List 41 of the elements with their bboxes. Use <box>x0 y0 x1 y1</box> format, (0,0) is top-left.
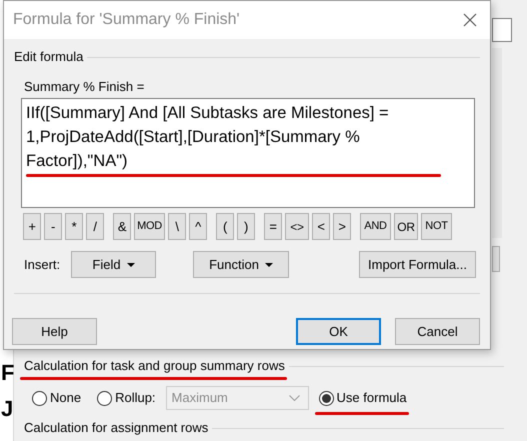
operator-button[interactable]: AND <box>360 213 391 240</box>
insert-label: Insert: <box>24 256 62 274</box>
radio-label[interactable]: Use formula <box>336 390 407 405</box>
dialog-button[interactable]: Help <box>12 318 97 345</box>
operator-button[interactable]: - <box>44 213 62 240</box>
row-letter: J <box>1 398 14 420</box>
operator-button[interactable]: ) <box>237 213 255 240</box>
operator-button[interactable]: \ <box>168 213 186 240</box>
operator-button[interactable]: ^ <box>189 213 207 240</box>
operator-button[interactable]: < <box>312 213 330 240</box>
group-label: Edit formula <box>14 48 84 66</box>
field-label: Summary % Finish = <box>24 78 146 96</box>
operator-button[interactable]: OR <box>394 213 418 240</box>
row-letter: F <box>1 362 14 384</box>
close-icon <box>463 13 477 27</box>
radio-label[interactable]: Rollup: <box>115 390 156 405</box>
operator-button[interactable]: * <box>65 213 83 240</box>
section-heading: Calculation for assignment rows <box>24 420 208 436</box>
operator-button[interactable]: & <box>113 213 131 240</box>
operator-button[interactable]: ( <box>216 213 234 240</box>
operator-button[interactable]: MOD <box>134 213 165 240</box>
operator-button[interactable]: NOT <box>421 213 452 240</box>
window-title: Formula for 'Summary % Finish' <box>13 10 240 30</box>
operator-button[interactable]: <> <box>285 213 309 240</box>
radio-label[interactable]: None <box>50 390 82 405</box>
operator-button[interactable]: / <box>86 213 104 240</box>
radio-button[interactable] <box>318 390 334 406</box>
radio-button[interactable] <box>32 390 47 406</box>
radio-button[interactable] <box>97 390 112 406</box>
dialog-button[interactable]: OK <box>296 318 381 345</box>
dialog-button[interactable]: Cancel <box>395 318 480 345</box>
insert-button[interactable]: Function <box>193 251 289 278</box>
operator-button[interactable]: > <box>333 213 351 240</box>
operator-button[interactable]: = <box>264 213 282 240</box>
formula-text: IIf([Summary] And [All Subtasks are Milestones] = 1,ProjDateAdd([Start],[Duration]*[Summary % Factor]),"NA") <box>26 103 390 172</box>
formula-field[interactable]: IIf([Summary] And [All Subtasks are Milestones] = 1,ProjDateAdd([Start],[Duration]*[Summary % Factor]),"NA") <box>21 98 475 208</box>
import-button[interactable]: Import Formula... <box>359 251 476 278</box>
chevron-icon <box>288 395 300 401</box>
insert-button[interactable]: Field <box>71 251 156 278</box>
section-heading: Calculation for task and group summary rows <box>24 358 285 373</box>
operator-button[interactable]: + <box>23 213 41 240</box>
